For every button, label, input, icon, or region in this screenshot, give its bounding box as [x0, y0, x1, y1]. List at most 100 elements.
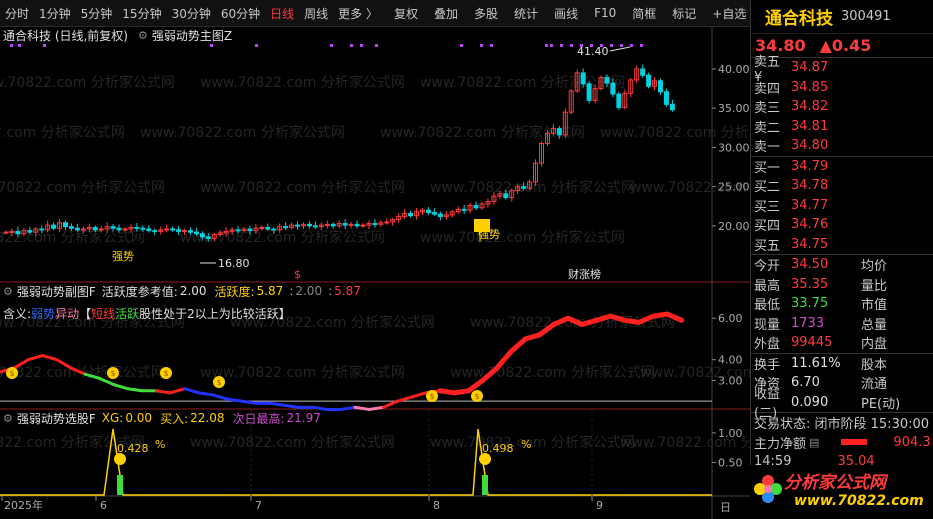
activity-line	[353, 405, 371, 411]
candle-body	[408, 212, 414, 217]
next-value: 21.97	[286, 411, 321, 425]
signal-dot	[640, 44, 643, 47]
tool-button-0[interactable]: 复权	[389, 5, 423, 22]
tool-button-6[interactable]: 简框	[627, 5, 661, 22]
main-title: 通合科技 (日线,前复权)	[3, 28, 128, 43]
main-indicator[interactable]: 强弱动势主图Z	[152, 27, 232, 44]
candle-body	[604, 77, 610, 84]
row-label2: 内盘	[861, 337, 888, 353]
candle-body	[176, 229, 182, 232]
row-value: 33.75	[791, 296, 829, 312]
money-bag-sign: $	[216, 378, 221, 387]
xg-bar-1	[117, 475, 123, 495]
candle-body	[669, 103, 675, 111]
row-value: 34.75	[791, 236, 829, 252]
candle-body	[3, 231, 9, 234]
candle-body	[425, 209, 431, 214]
trade-status-row: 交易状态: 闭市阶段 15:30:00	[751, 413, 933, 433]
activity-line	[268, 401, 286, 407]
bid-list: 买一 34.79 买二 34.78 买三 34.77 买四 34.76 买五 34.75	[751, 157, 933, 255]
stock-code: 300491	[841, 9, 891, 24]
tool-button-4[interactable]: 画线	[549, 5, 583, 22]
candle-body	[348, 223, 354, 226]
sub1-act-value: 5.87	[256, 284, 284, 298]
period-tab-0[interactable]: 分时	[0, 5, 34, 22]
candle-body	[663, 91, 669, 105]
bid-row: 买三 34.77	[751, 196, 933, 216]
stat-row: 最高 35.35 量比	[751, 275, 933, 295]
xg-bar-2	[482, 475, 488, 495]
activity-line	[197, 391, 215, 397]
signal-dot	[18, 44, 21, 47]
candle-body	[271, 228, 277, 231]
row-label: 买五	[754, 238, 781, 254]
peak-percent-2: %	[521, 438, 531, 451]
row-label: 今开	[754, 259, 781, 275]
candle-body	[146, 228, 152, 232]
sub1-act-value3: 5.87	[334, 284, 361, 298]
chart-area[interactable]: www.70822.com 分析家公式网 www.70822.com 分析家公式网…	[0, 27, 750, 519]
y-tick-label: 20.00	[718, 220, 750, 233]
candle-body	[503, 193, 509, 199]
candle-body	[27, 230, 33, 233]
money-bag-sign: $	[9, 369, 14, 378]
next-label: 次日最高:	[232, 411, 285, 426]
sub1-name[interactable]: 强弱动势副图F	[17, 283, 96, 300]
ask-list: 卖五 ¥34.87 卖四 34.85 卖三 34.82 卖二 34.81 卖一 34.80	[751, 55, 933, 156]
row-label2: 市值	[861, 298, 888, 314]
candle-body	[610, 82, 616, 95]
period-tab-6[interactable]: 日线	[265, 5, 299, 22]
y-tick-label: 40.00	[718, 63, 750, 76]
period-tab-5[interactable]: 60分钟	[216, 5, 265, 22]
activity-line	[239, 399, 258, 405]
tool-button-1[interactable]: 叠加	[429, 5, 463, 22]
watermark-text: www.70822.com 分析家公式网	[380, 124, 585, 141]
candle-body	[473, 204, 479, 209]
calc-icon[interactable]: ▤	[809, 436, 819, 449]
period-tab-1[interactable]: 1分钟	[34, 5, 76, 22]
note-f: 股性处于2以上为比较活跃】	[139, 306, 291, 321]
net-row: 主力净额 ▤ 904.3	[751, 433, 933, 453]
period-tab-4[interactable]: 30分钟	[167, 5, 216, 22]
stat-row: 现量 1733 总量	[751, 314, 933, 334]
tool-button-5[interactable]: F10	[589, 6, 621, 20]
gear-icon[interactable]: ⚙	[3, 412, 13, 425]
activity-line	[282, 403, 300, 409]
tool-button-2[interactable]: 多股	[469, 5, 503, 22]
row-label: 最高	[754, 278, 781, 294]
x-tick-label: 7	[255, 499, 262, 512]
period-tab-3[interactable]: 15分钟	[117, 5, 166, 22]
tool-button-7[interactable]: 标记	[667, 5, 701, 22]
gear-icon[interactable]: ⚙	[3, 285, 13, 298]
watermark-text: www.70822.com 分析家公式网	[430, 434, 635, 451]
signal-dot	[570, 44, 573, 47]
sub2-header: ⚙ 强弱动势选股F XG: 0.00 买入: 22.08 次日最高: 21.97	[3, 410, 321, 426]
ask-row: 卖二 34.81	[751, 117, 933, 137]
sub2-y-label: 0.50	[718, 456, 743, 469]
candle-body	[384, 221, 390, 224]
row-value: 34.50	[791, 257, 829, 273]
ad-banner[interactable]: 分析家公式网 www.70822.com	[750, 465, 933, 519]
row-label: 现量	[754, 317, 781, 333]
period-tab-8[interactable]: 更多 〉	[333, 5, 383, 22]
money-bag-sign: $	[110, 369, 115, 378]
dollar-label: $	[294, 268, 301, 281]
period-tab-2[interactable]: 5分钟	[76, 5, 118, 22]
signal-dot	[545, 44, 548, 47]
row-value: 34.79	[791, 158, 829, 174]
gear-icon[interactable]: ⚙	[138, 29, 148, 42]
trade-status: 交易状态: 闭市阶段 15:30:00	[754, 417, 930, 433]
sub2-name[interactable]: 强弱动势选股F	[17, 410, 96, 427]
kline-chart-svg[interactable]: www.70822.com 分析家公式网 www.70822.com 分析家公式网…	[0, 27, 750, 519]
tool-button-3[interactable]: 统计	[509, 5, 543, 22]
row-label: 卖三	[754, 101, 781, 117]
row-value: 34.81	[791, 118, 829, 134]
candle-body	[80, 228, 86, 231]
period-tab-7[interactable]: 周线	[299, 5, 333, 22]
candle-body	[98, 228, 104, 231]
strong-box	[474, 219, 490, 232]
candle-body	[265, 226, 271, 230]
candle-body	[259, 226, 265, 229]
tool-button-8[interactable]: +自选	[707, 5, 751, 22]
watermark-text: www.70822.com 分析家公式网	[450, 364, 655, 381]
